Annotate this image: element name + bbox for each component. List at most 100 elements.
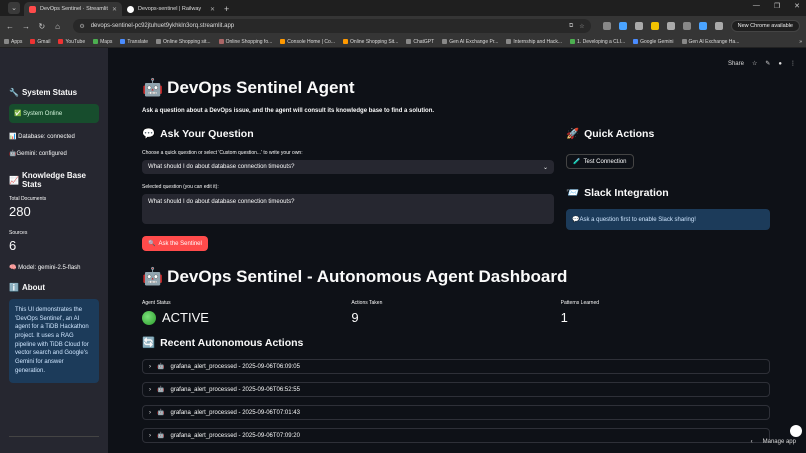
actions-column: 🚀 Quick Actions 🧪 Test Connection 📨 Slack I…	[566, 127, 770, 251]
chrome-update-button[interactable]: New Chrome available	[730, 20, 800, 32]
site-icon	[570, 39, 576, 44]
bookmark-shopping-2[interactable]: Online Shopping fo...	[218, 39, 272, 45]
maximize-icon[interactable]: ❐	[774, 2, 780, 10]
model-info: 🧠 Model: gemini-2.5-flash	[9, 265, 81, 271]
close-tab-icon[interactable]: ✕	[112, 6, 117, 13]
download-icon[interactable]	[698, 22, 707, 30]
select-label: Choose a quick question or select 'Custo…	[142, 150, 303, 156]
extension-icon[interactable]	[618, 22, 627, 30]
star-icon[interactable]: ☆	[752, 60, 757, 67]
browser-tab-streamlit[interactable]: DevOps Sentinel · Streamlit ✕	[24, 2, 122, 16]
quick-question-select[interactable]: What should I do about database connecti…	[142, 160, 554, 174]
address-bar[interactable]: ⚙ devops-sentinel-pc92jtuhuet9ykhkln3orq…	[73, 19, 591, 33]
bookmark-console[interactable]: Console Home | Co...	[280, 39, 335, 45]
action-expander[interactable]: › 🤖 grafana_alert_processed - 2025-09-06T0…	[142, 428, 770, 443]
action-expander[interactable]: › 🤖 grafana_alert_processed - 2025-09-06T0…	[142, 382, 770, 397]
sidebar: 🔧 System Status ✅ System Online 📊 Databas…	[0, 48, 108, 453]
site-info-icon[interactable]: ⚙	[79, 23, 84, 30]
apps-icon	[4, 39, 9, 44]
minimize-icon[interactable]: —	[753, 2, 760, 10]
chevron-right-icon: ›	[149, 409, 151, 416]
total-documents-label: Total Documents	[9, 196, 47, 202]
url-text: devops-sentinel-pc92jtuhuet9ykhkln3orq.s…	[90, 23, 235, 29]
about-heading: ℹ️ About	[9, 283, 46, 292]
extension-icon[interactable]	[666, 22, 675, 30]
extension-icon[interactable]	[634, 22, 643, 30]
back-icon[interactable]: ←	[6, 22, 14, 31]
bookmark-genai-2[interactable]: Gen AI Exchange Ha...	[681, 39, 739, 45]
close-tab-icon[interactable]: ✕	[210, 6, 215, 13]
more-bookmarks-icon[interactable]: »	[799, 39, 802, 45]
side-panel-icon[interactable]	[714, 22, 723, 30]
bookmark-genai-1[interactable]: Gen AI Exchange Pr...	[442, 39, 498, 45]
main-content: Share ☆ ✎ ● ⋮ 🤖 DevOps Sentinel Agent Ask…	[108, 48, 806, 453]
window-controls: — ❐ ✕	[753, 2, 800, 10]
streamlit-badge-icon[interactable]	[790, 425, 802, 437]
reload-icon[interactable]: ↻	[38, 22, 46, 31]
metric-agent-status: Agent Status ACTIVE	[142, 300, 209, 325]
slack-icon: 📨	[566, 187, 580, 199]
bookmark-star-icon[interactable]: ☆	[579, 23, 584, 30]
chevron-left-icon[interactable]: ‹	[751, 439, 753, 445]
bookmark-translate[interactable]: Translate	[120, 39, 148, 45]
bookmark-shopping-1[interactable]: Online Shopping sit...	[156, 39, 211, 45]
bookmark-cli[interactable]: 1. Developing a CLI...	[570, 39, 625, 45]
wrench-icon: 🔧	[9, 88, 19, 97]
kb-stats-heading: 📈 Knowledge Base Stats	[9, 171, 86, 189]
chatgpt-icon	[406, 39, 412, 44]
question-textarea[interactable]: What should I do about database connecti…	[142, 194, 554, 224]
puzzle-icon[interactable]	[682, 22, 691, 30]
bookmark-gmail[interactable]: Gmail	[30, 39, 50, 45]
test-connection-button[interactable]: 🧪 Test Connection	[566, 154, 634, 169]
close-window-icon[interactable]: ✕	[794, 2, 800, 10]
github-icon[interactable]: ●	[778, 61, 782, 67]
bookmark-chatgpt[interactable]: ChatGPT	[406, 39, 434, 45]
bookmark-gemini[interactable]: Google Gemini	[633, 39, 674, 45]
extension-icon[interactable]	[602, 22, 611, 30]
edit-icon[interactable]: ✎	[765, 60, 770, 67]
ask-sentinel-button[interactable]: 🔍 Ask the Sentinel	[142, 236, 208, 251]
tab-search-icon[interactable]: ⌄	[8, 2, 20, 14]
chevron-down-icon: ⌄	[542, 164, 548, 171]
forward-icon[interactable]: →	[22, 22, 30, 31]
home-icon[interactable]: ⌂	[54, 22, 62, 31]
bookmark-shopping-3[interactable]: Online Shopping Sit...	[342, 39, 398, 45]
install-icon[interactable]: ⧉	[569, 23, 573, 30]
site-icon	[442, 39, 448, 44]
gmail-icon	[30, 39, 36, 44]
dashboard-title: 🤖 DevOps Sentinel - Autonomous Agent Dash…	[142, 267, 568, 286]
tab-title: DevOps Sentinel · Streamlit	[40, 6, 108, 12]
bookmark-apps[interactable]: Apps	[4, 39, 22, 45]
slack-heading: 📨 Slack Integration	[566, 186, 669, 200]
metric-actions-taken: Actions Taken 9	[351, 300, 383, 325]
extension-icon[interactable]	[650, 22, 659, 30]
metric-patterns-learned: Patterns Learned 1	[560, 300, 600, 325]
info-icon: ℹ️	[9, 283, 19, 292]
share-button[interactable]: Share	[728, 61, 744, 67]
action-expander[interactable]: › 🤖 grafana_alert_processed - 2025-09-06T0…	[142, 359, 770, 374]
new-tab-button[interactable]: +	[224, 4, 229, 16]
about-info-box: This UI demonstrates the 'DevOps Sentine…	[9, 299, 99, 383]
sources-label: Sources	[9, 230, 28, 236]
site-icon	[342, 39, 348, 44]
aws-icon	[280, 39, 286, 44]
robot-icon: 🤖	[142, 78, 164, 97]
bookmark-maps[interactable]: Maps	[93, 39, 112, 45]
select-value: What should I do about database connecti…	[148, 164, 295, 170]
site-icon	[681, 39, 687, 44]
manage-app-button[interactable]: Manage app	[763, 439, 796, 445]
gemini-icon	[633, 39, 639, 44]
more-menu-icon[interactable]: ⋮	[790, 60, 796, 67]
action-expander[interactable]: › 🤖 grafana_alert_processed - 2025-09-06T0…	[142, 405, 770, 420]
bookmark-youtube[interactable]: YouTube	[58, 39, 85, 45]
bookmark-internship[interactable]: Internship and Hack...	[506, 39, 562, 45]
browser-tab-railway[interactable]: Devops-sentinel | Railway ✕	[122, 2, 220, 16]
recent-actions-heading: 🔄 Recent Autonomous Actions	[142, 336, 304, 350]
refresh-icon: 🔄	[142, 337, 156, 349]
browser-toolbar: ← → ↻ ⌂ ⚙ devops-sentinel-pc92jtuhuet9yk…	[0, 16, 806, 36]
site-icon	[156, 39, 162, 44]
streamlit-app: 🔧 System Status ✅ System Online 📊 Databas…	[0, 48, 806, 453]
app-toolbar: Share ☆ ✎ ● ⋮	[728, 60, 796, 68]
ask-column: 💬 Ask Your Question Choose a quick questi…	[142, 127, 554, 251]
gemini-status: 🤖Gemini: configured	[9, 151, 67, 157]
